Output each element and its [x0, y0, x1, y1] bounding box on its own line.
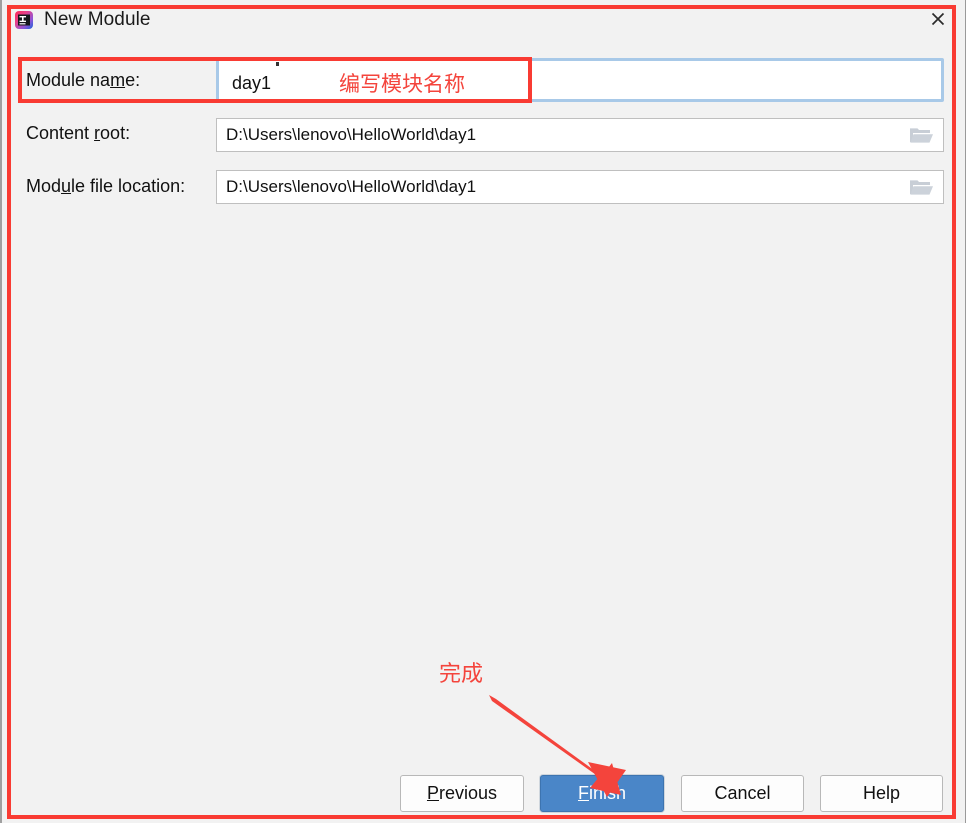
previous-button[interactable]: Previous — [400, 775, 524, 812]
text-caret — [276, 62, 279, 66]
previous-button-mnemonic: P — [426, 783, 439, 803]
content-root-value: D:\Users\lenovo\HelloWorld\day1 — [226, 125, 477, 144]
annotation-finish-text: 完成 — [439, 662, 484, 687]
module-name-label: Module name: — [26, 70, 140, 91]
module-file-location-input[interactable]: D:\Users\lenovo\HelloWorld\day1 — [216, 170, 944, 204]
cancel-button-label: Cancel — [714, 783, 771, 803]
finish-button[interactable]: Finish — [540, 775, 664, 812]
previous-button-label: revious — [438, 783, 498, 803]
module-name-label-mnemonic: m — [110, 70, 126, 90]
dialog-title: New Module — [44, 9, 151, 30]
module-file-location-label-suffix: le file location: — [71, 176, 186, 196]
finish-button-mnemonic: F — [577, 783, 589, 803]
module-name-input[interactable]: day1 — [216, 58, 944, 102]
annotation-module-name-text: 编写模块名称 — [339, 72, 465, 96]
new-module-dialog: New Module Module name: day1 Content roo… — [0, 0, 966, 829]
folder-icon[interactable] — [908, 178, 934, 198]
folder-icon[interactable] — [908, 126, 934, 146]
module-name-label-prefix: Module na — [26, 70, 111, 90]
intellij-idea-icon — [15, 11, 33, 29]
content-root-label-suffix: oot: — [100, 123, 131, 143]
cancel-button[interactable]: Cancel — [681, 775, 804, 812]
close-icon[interactable] — [924, 6, 952, 32]
finish-button-label: inish — [588, 783, 627, 803]
module-file-location-label-prefix: Mod — [26, 176, 62, 196]
content-root-input[interactable]: D:\Users\lenovo\HelloWorld\day1 — [216, 118, 944, 152]
dialog-titlebar: New Module — [2, 0, 966, 40]
module-file-location-value: D:\Users\lenovo\HelloWorld\day1 — [226, 177, 477, 196]
module-name-value: day1 — [232, 73, 272, 93]
help-button-label: Help — [862, 783, 901, 803]
desktop-strip — [0, 823, 966, 829]
module-name-input-inner: day1 — [221, 63, 939, 97]
module-file-location-label: Module file location: — [26, 176, 185, 197]
module-name-label-suffix: e: — [125, 70, 141, 90]
help-button[interactable]: Help — [820, 775, 943, 812]
content-root-label: Content root: — [26, 123, 130, 144]
content-root-label-prefix: Content — [26, 123, 95, 143]
module-file-location-label-mnemonic: u — [61, 176, 72, 196]
